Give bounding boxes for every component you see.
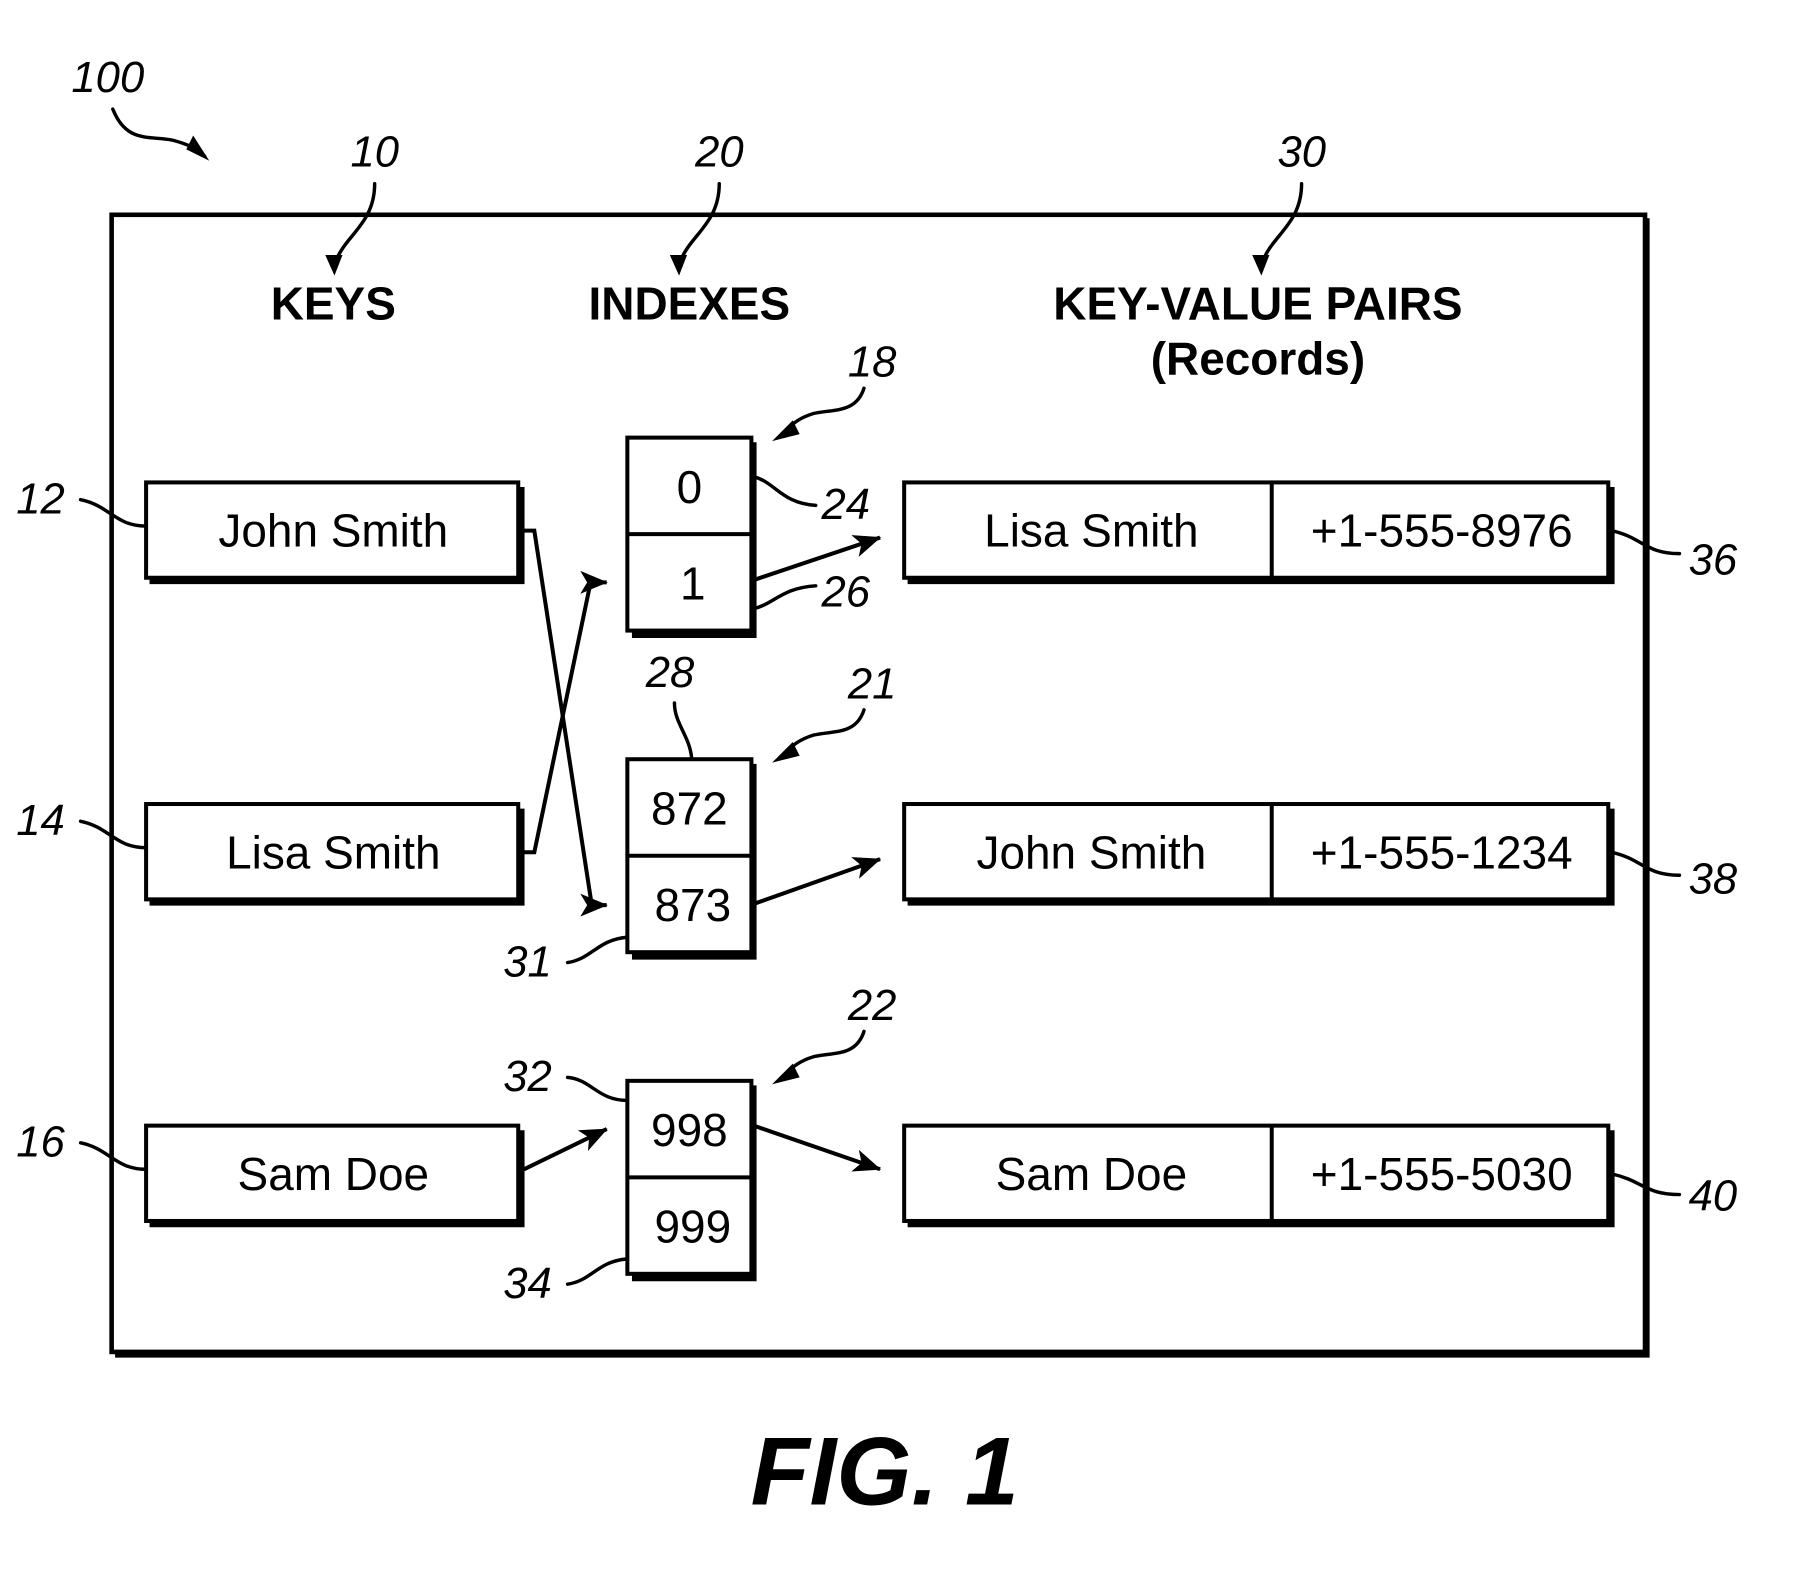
key-item: 12 John Smith <box>16 474 525 585</box>
index-cell-ref-leader <box>751 584 818 611</box>
record-item: Lisa Smith +1-555-8976 36 <box>902 480 1738 584</box>
key-item: 14 Lisa Smith <box>16 796 525 906</box>
index-group-ref-label: 22 <box>847 981 897 1030</box>
indexes-heading: INDEXES <box>589 277 791 329</box>
index-cell-value: 1 <box>680 557 706 609</box>
indexes-ref-arrowhead-icon <box>669 254 688 276</box>
keys-column-header: 10 KEYS <box>271 128 399 330</box>
arrow-index-998-to-record-sam <box>753 1123 882 1172</box>
index-cell-ref-leader <box>565 1257 630 1286</box>
index-group-ref-leader <box>784 386 866 434</box>
index-group: 21 872 873 28 31 <box>503 648 896 986</box>
arrow-key-lisa-to-index-1 <box>523 570 608 855</box>
index-cell-ref-label: 31 <box>503 937 552 986</box>
system-ref-arrowhead-icon <box>186 135 210 161</box>
record-key: John Smith <box>976 826 1206 878</box>
index-cell-value: 872 <box>651 783 728 835</box>
index-cell-value: 0 <box>677 461 703 513</box>
arrow-index-873-to-record-john <box>753 857 882 906</box>
record-item: John Smith +1-555-1234 38 <box>902 802 1738 906</box>
arrow-key-sam-to-index-998 <box>523 1127 608 1172</box>
key-ref-label: 12 <box>16 474 65 523</box>
indexes-ref-label: 20 <box>694 128 744 177</box>
keys-ref-leader <box>333 182 377 264</box>
keys-ref-label: 10 <box>351 128 400 177</box>
index-cell-ref-leader <box>672 701 694 760</box>
index-cell-ref-label: 34 <box>503 1259 552 1308</box>
keys-heading: KEYS <box>271 277 396 329</box>
index-cell-ref-label: 24 <box>820 480 870 529</box>
index-cell-value: 999 <box>654 1201 731 1253</box>
record-value: +1-555-8976 <box>1311 505 1573 557</box>
indexes-ref-leader <box>678 182 721 264</box>
index-cell-ref-label: 32 <box>503 1052 552 1101</box>
records-column-header: 30 KEY-VALUE PAIRS (Records) <box>1053 128 1462 385</box>
record-value: +1-555-5030 <box>1311 1148 1573 1200</box>
key-label: Sam Doe <box>238 1148 430 1200</box>
index-cell-value: 998 <box>651 1104 728 1156</box>
indexes-column-header: 20 INDEXES <box>589 128 791 330</box>
key-ref-label: 16 <box>16 1118 65 1167</box>
records-heading-line1: KEY-VALUE PAIRS <box>1053 277 1462 329</box>
index-cell-value: 873 <box>654 879 731 931</box>
keys-ref-arrowhead-icon <box>325 254 343 276</box>
key-ref-label: 14 <box>16 796 65 845</box>
record-key: Lisa Smith <box>984 505 1198 557</box>
index-group-ref-leader <box>784 708 866 756</box>
index-cell-ref-label: 26 <box>820 567 870 616</box>
key-label: John Smith <box>218 505 448 557</box>
index-cell-ref-leader <box>565 1075 630 1103</box>
record-key: Sam Doe <box>996 1148 1187 1200</box>
system-ref-label: 100 <box>71 53 144 102</box>
record-value: +1-555-1234 <box>1311 826 1573 878</box>
record-ref-label: 40 <box>1689 1172 1738 1221</box>
index-group-ref-label: 21 <box>847 659 897 708</box>
figure-caption: FIG. 1 <box>751 1419 1019 1526</box>
records-ref-leader <box>1260 182 1304 264</box>
index-cell-ref-leader <box>565 935 630 965</box>
record-ref-label: 36 <box>1689 535 1738 584</box>
records-heading-line2: (Records) <box>1151 332 1365 384</box>
index-cell-ref-label: 28 <box>645 648 695 697</box>
key-item: 16 Sam Doe <box>16 1118 525 1228</box>
records-ref-label: 30 <box>1277 128 1326 177</box>
index-group: 18 0 1 24 26 <box>625 338 897 639</box>
key-label: Lisa Smith <box>226 826 440 878</box>
patent-figure: 100 10 KEYS 20 INDEXES 30 KEY-VALUE PAIR… <box>16 53 1738 1526</box>
index-group: 22 998 999 32 34 <box>503 981 896 1308</box>
index-group-ref-leader <box>784 1029 866 1077</box>
record-ref-label: 38 <box>1689 855 1738 904</box>
records-ref-arrowhead-icon <box>1252 254 1270 276</box>
index-group-ref-label: 18 <box>848 338 897 387</box>
record-item: Sam Doe +1-555-5030 40 <box>902 1123 1738 1228</box>
system-reference: 100 <box>71 53 210 161</box>
index-cell-ref-leader <box>751 474 818 508</box>
